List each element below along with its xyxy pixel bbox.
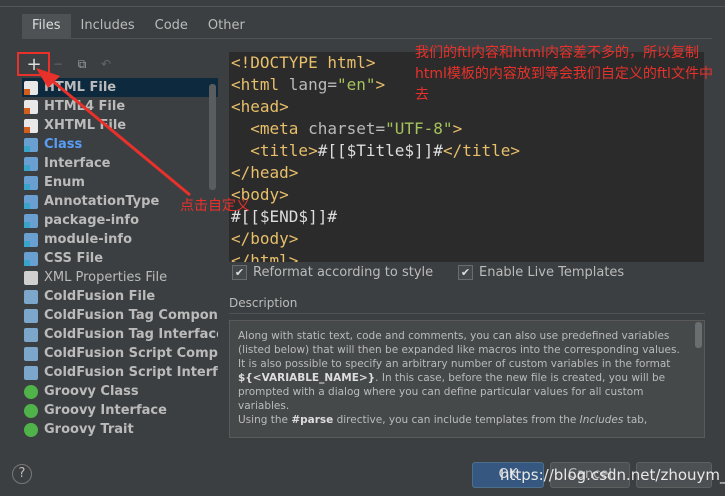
template-list-item[interactable]: Class	[22, 135, 218, 154]
groovy-file-icon	[24, 422, 38, 437]
tab-files[interactable]: Files	[22, 14, 71, 38]
template-label: AnnotationType	[44, 194, 160, 209]
java-file-icon	[24, 251, 38, 266]
annotation-click-custom: 点击自定义	[180, 198, 250, 214]
description-scrollbar[interactable]	[695, 322, 702, 348]
template-list-item[interactable]: Groovy Interface	[22, 401, 218, 420]
includes-ref: Includes	[579, 414, 624, 426]
template-label: Groovy Trait	[44, 422, 134, 437]
template-list-item[interactable]: ColdFusion Tag Interface	[22, 325, 218, 344]
template-label: CSS File	[44, 251, 104, 266]
template-list-item[interactable]: ColdFusion Script Component	[22, 344, 218, 363]
live-templates-checkbox[interactable]: ✔	[458, 265, 473, 280]
text-file-icon	[24, 270, 38, 285]
template-label: ColdFusion Script Component	[44, 346, 218, 361]
html-file-icon	[24, 80, 38, 95]
description-text: directive, you can include templates fro…	[333, 414, 580, 426]
cf-file-icon	[24, 289, 38, 304]
code-line: <body>	[231, 185, 289, 204]
template-label: ColdFusion Tag Interface	[44, 327, 218, 342]
template-label: HTML File	[44, 80, 117, 95]
live-templates-option[interactable]: ✔ Enable Live Templates	[458, 265, 624, 280]
template-list-scrollbar[interactable]	[209, 84, 216, 190]
template-list-item[interactable]: HTML4 File	[22, 97, 218, 116]
java-file-icon	[24, 137, 38, 152]
java-file-icon	[24, 156, 38, 171]
html-file-icon	[24, 118, 38, 133]
template-label: Groovy Class	[44, 384, 139, 399]
template-label: ColdFusion Tag Component	[44, 308, 218, 323]
code-line: #[[$END$]]#	[231, 207, 337, 226]
template-list: HTML File HTML4 File XHTML File Class Interf…	[22, 78, 218, 438]
template-list-item[interactable]: Interface	[22, 154, 218, 173]
description-text: It is also possible to specify an arbitr…	[238, 358, 671, 370]
template-label: module-info	[44, 232, 133, 247]
java-file-icon	[24, 175, 38, 190]
help-button[interactable]: ?	[12, 464, 32, 484]
description-text: Using the	[238, 414, 292, 426]
parse-directive: #parse	[291, 414, 334, 426]
code-line: </html>	[231, 251, 299, 262]
template-label: ColdFusion File	[44, 289, 156, 304]
template-list-item[interactable]: ColdFusion Tag Component	[22, 306, 218, 325]
copy-template-button[interactable]: ⧉	[70, 53, 94, 75]
code-line: <meta charset="UTF-8">	[250, 119, 463, 138]
template-list-item[interactable]: Groovy Class	[22, 382, 218, 401]
top-divider	[0, 6, 725, 7]
template-label: XML Properties File	[44, 270, 168, 285]
template-label: ColdFusion Script Interface	[44, 365, 218, 380]
template-label: Class	[44, 137, 83, 152]
groovy-file-icon	[24, 403, 38, 418]
template-list-item[interactable]: XHTML File	[22, 116, 218, 135]
live-templates-label: Enable Live Templates	[479, 265, 625, 280]
description-divider	[229, 313, 705, 314]
tab-bar: Files Includes Code Other	[22, 14, 255, 38]
template-list-item[interactable]: ColdFusion Script Interface	[22, 363, 218, 382]
reset-template-button[interactable]: ↶	[94, 53, 118, 75]
code-line: </body>	[231, 229, 299, 248]
watermark: https://blog.csdn.net/zhouym_	[500, 466, 725, 484]
tab-divider	[22, 38, 712, 39]
java-file-icon	[24, 232, 38, 247]
reformat-option[interactable]: ✔ Reformat according to style	[232, 265, 433, 280]
code-line: </head>	[231, 163, 299, 182]
add-button-highlight	[17, 52, 50, 76]
tab-code[interactable]: Code	[145, 14, 198, 38]
cf-file-icon	[24, 346, 38, 361]
template-list-item[interactable]: module-info	[22, 230, 218, 249]
description-text: tab,	[623, 414, 648, 426]
variable-format: ${<VARIABLE_NAME>}	[238, 372, 376, 384]
description-panel: Along with static text, code and comment…	[229, 320, 705, 438]
reformat-checkbox[interactable]: ✔	[232, 265, 247, 280]
groovy-file-icon	[24, 384, 38, 399]
cf-file-icon	[24, 327, 38, 342]
cf-file-icon	[24, 365, 38, 380]
template-label: Enum	[44, 175, 85, 190]
code-line: <title>#[[$Title$]]#</title>	[250, 141, 520, 160]
tab-includes[interactable]: Includes	[71, 14, 145, 38]
template-list-item[interactable]: HTML File	[22, 78, 218, 97]
tab-other[interactable]: Other	[198, 14, 255, 38]
template-label: Groovy Interface	[44, 403, 167, 418]
java-file-icon	[24, 213, 38, 228]
template-label: XHTML File	[44, 118, 127, 133]
template-list-item[interactable]: Groovy Trait	[22, 420, 218, 438]
template-label: package-info	[44, 213, 140, 228]
template-list-item[interactable]: XML Properties File	[22, 268, 218, 287]
template-label: Interface	[44, 156, 111, 171]
html-file-icon	[24, 99, 38, 114]
template-label: HTML4 File	[44, 99, 126, 114]
description-text: Along with static text, code and comment…	[238, 330, 680, 356]
cf-file-icon	[24, 308, 38, 323]
template-list-item[interactable]: ColdFusion File	[22, 287, 218, 306]
template-list-item[interactable]: CSS File	[22, 249, 218, 268]
reformat-label: Reformat according to style	[253, 265, 434, 280]
annotation-note: 我们的ftl内容和html内容差不多的，所以复制html模板的内容放到等会我们自…	[415, 45, 713, 103]
template-list-item[interactable]: Enum	[22, 173, 218, 192]
java-file-icon	[24, 194, 38, 209]
description-label: Description	[229, 296, 298, 310]
